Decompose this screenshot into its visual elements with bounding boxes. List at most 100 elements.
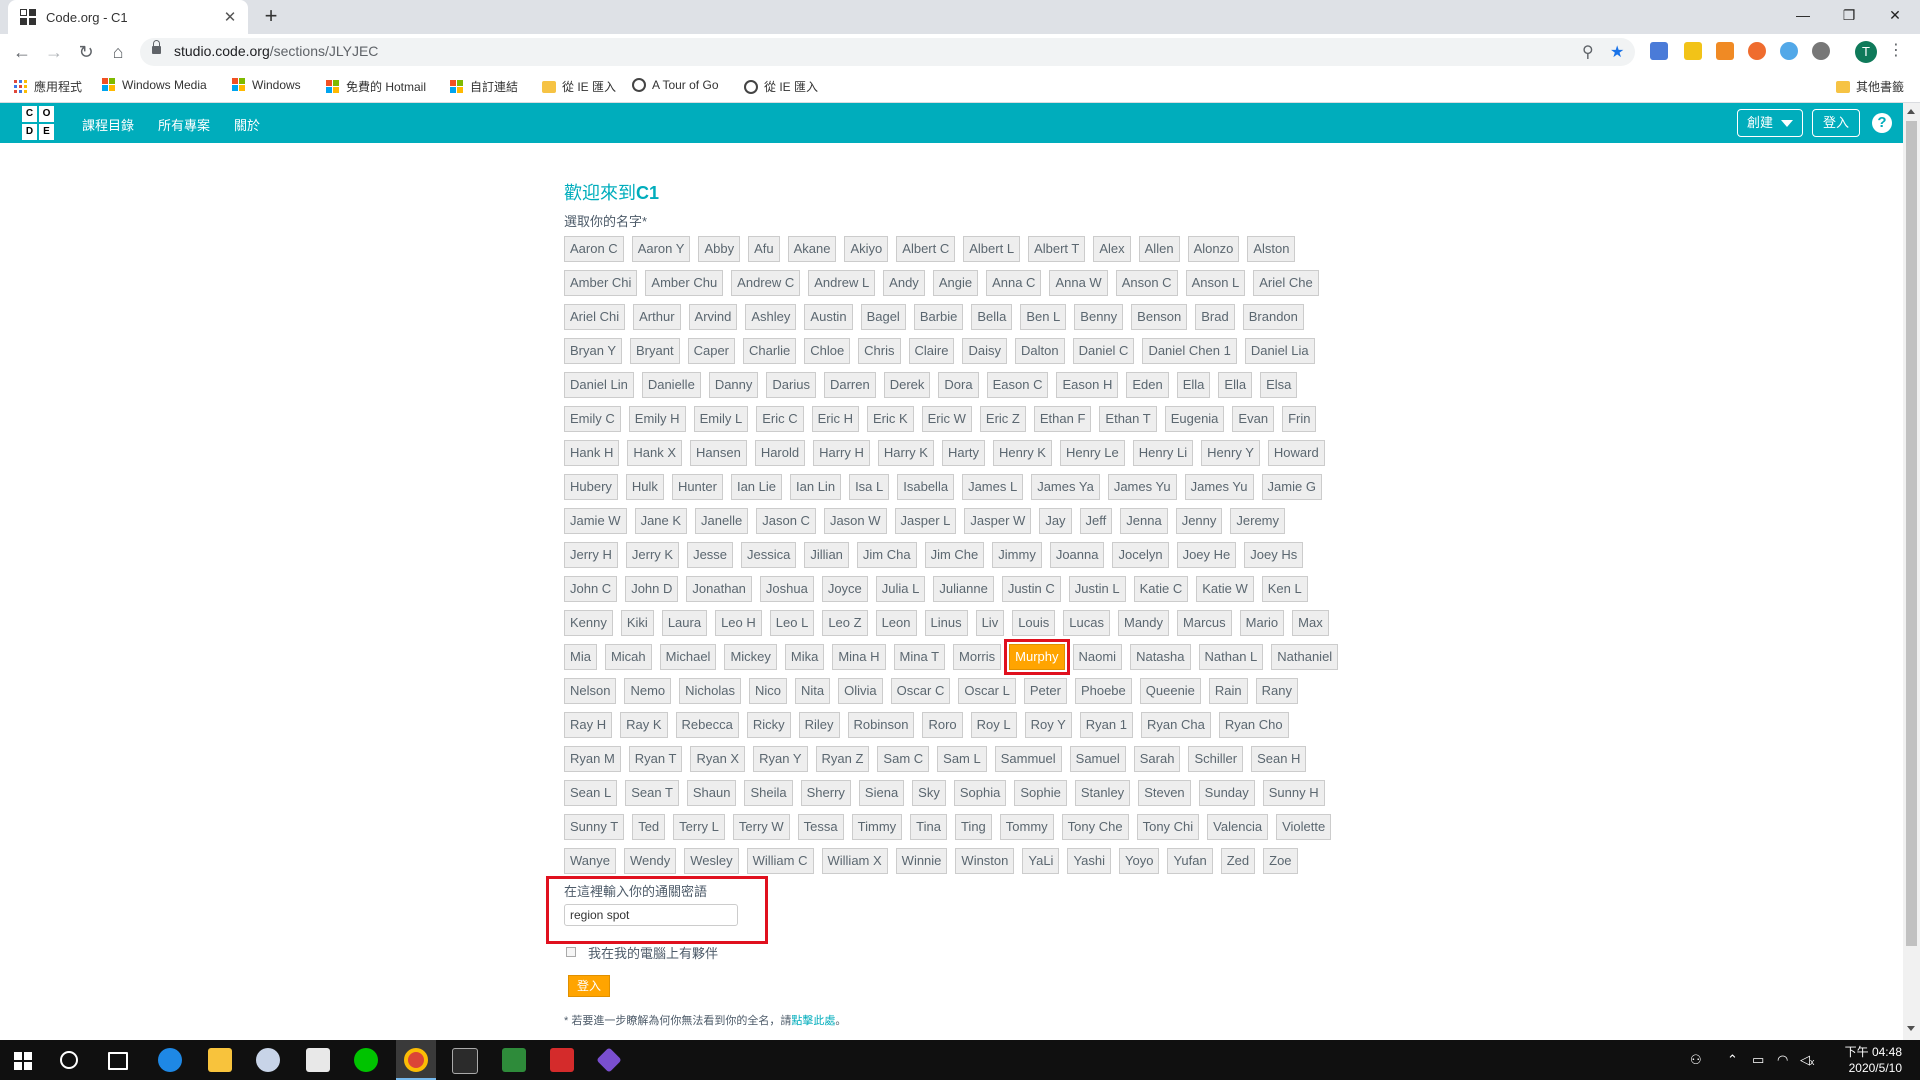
create-dropdown-button[interactable]: 創建: [1737, 109, 1803, 137]
name-button[interactable]: Leo L: [769, 610, 815, 636]
name-button[interactable]: Ariel Chi: [564, 304, 626, 330]
bookmark-hotmail[interactable]: 免費的 Hotmail: [326, 78, 426, 95]
name-button[interactable]: Olivia: [838, 678, 883, 704]
name-button[interactable]: Yashi: [1067, 848, 1112, 874]
page-scrollbar[interactable]: [1903, 103, 1920, 1040]
name-button[interactable]: Rany: [1255, 678, 1299, 704]
name-button[interactable]: Sam C: [877, 746, 930, 772]
nav-course-catalog[interactable]: 課程目錄: [82, 115, 134, 134]
name-button[interactable]: Steven: [1138, 780, 1191, 806]
name-button[interactable]: Dora: [938, 372, 979, 398]
name-button[interactable]: Emily H: [628, 406, 686, 432]
home-icon[interactable]: ⌂: [106, 40, 130, 64]
name-button[interactable]: Jasper L: [894, 508, 957, 534]
name-button[interactable]: Akane: [787, 236, 837, 262]
name-button[interactable]: Queenie: [1139, 678, 1201, 704]
name-button[interactable]: Anna W: [1049, 270, 1108, 296]
name-button[interactable]: Stanley: [1074, 780, 1131, 806]
bookmark-windows-media[interactable]: Windows Media: [102, 78, 207, 92]
bookmark-ie-import[interactable]: 從 IE 匯入: [542, 78, 616, 95]
name-button[interactable]: Ryan Y: [753, 746, 808, 772]
terminal-icon[interactable]: [452, 1048, 478, 1074]
name-button[interactable]: Phoebe: [1074, 678, 1132, 704]
name-button[interactable]: Mario: [1239, 610, 1285, 636]
name-button[interactable]: Joanna: [1049, 542, 1105, 568]
name-button[interactable]: Sophie: [1014, 780, 1067, 806]
name-button[interactable]: Winston: [955, 848, 1015, 874]
name-button[interactable]: Harry H: [813, 440, 870, 466]
name-button-selected[interactable]: Murphy: [1004, 639, 1070, 675]
name-button[interactable]: Caper: [687, 338, 736, 364]
reload-icon[interactable]: ↻: [74, 40, 98, 64]
name-button[interactable]: Ryan Cha: [1141, 712, 1211, 738]
name-button[interactable]: Jillian: [804, 542, 849, 568]
scroll-up-arrow-icon[interactable]: [1907, 109, 1915, 114]
name-button[interactable]: Bryan Y: [564, 338, 623, 364]
name-button[interactable]: Alex: [1093, 236, 1131, 262]
name-button[interactable]: Marcus: [1177, 610, 1232, 636]
name-button[interactable]: Sunday: [1198, 780, 1255, 806]
name-button[interactable]: Peter: [1023, 678, 1067, 704]
name-button[interactable]: Emily C: [564, 406, 621, 432]
name-button[interactable]: James L: [962, 474, 1024, 500]
volume-muted-icon[interactable]: ◁ₓ: [1800, 1052, 1814, 1068]
name-button[interactable]: Jasper W: [964, 508, 1032, 534]
name-button[interactable]: Jerry K: [625, 542, 680, 568]
name-button[interactable]: Yufan: [1167, 848, 1213, 874]
name-button[interactable]: John D: [625, 576, 679, 602]
name-button[interactable]: Joey He: [1176, 542, 1237, 568]
name-button[interactable]: Terry L: [673, 814, 725, 840]
name-button[interactable]: Sean H: [1251, 746, 1307, 772]
name-button[interactable]: Riley: [798, 712, 840, 738]
name-button[interactable]: Barbie: [913, 304, 964, 330]
bookmark-tour-of-go[interactable]: A Tour of Go: [632, 78, 719, 92]
name-button[interactable]: Harry K: [877, 440, 934, 466]
partner-checkbox-label[interactable]: 我在我的電腦上有夥伴: [588, 943, 718, 962]
extension-icon[interactable]: [1812, 42, 1830, 60]
name-button[interactable]: Morris: [953, 644, 1002, 670]
name-button[interactable]: Michael: [659, 644, 717, 670]
name-button[interactable]: Ian Lin: [790, 474, 842, 500]
name-button[interactable]: Arvind: [688, 304, 738, 330]
name-button[interactable]: Emily L: [693, 406, 749, 432]
name-button[interactable]: Micah: [604, 644, 652, 670]
name-button[interactable]: YaLi: [1022, 848, 1060, 874]
name-button[interactable]: Ryan T: [628, 746, 683, 772]
name-button[interactable]: Jane K: [634, 508, 688, 534]
name-button[interactable]: Joey Hs: [1244, 542, 1304, 568]
name-button[interactable]: Tina: [910, 814, 947, 840]
name-button[interactable]: Louis: [1012, 610, 1056, 636]
name-button[interactable]: Joyce: [821, 576, 868, 602]
name-button[interactable]: Harty: [941, 440, 986, 466]
secret-words-input[interactable]: [564, 904, 738, 926]
name-button[interactable]: Anson C: [1115, 270, 1178, 296]
name-button[interactable]: Isa L: [849, 474, 890, 500]
name-button[interactable]: Albert C: [896, 236, 956, 262]
name-button[interactable]: Sean L: [564, 780, 618, 806]
name-button[interactable]: Sammuel: [994, 746, 1062, 772]
name-button[interactable]: Brad: [1195, 304, 1235, 330]
name-button[interactable]: Leo Z: [822, 610, 868, 636]
name-button[interactable]: Arthur: [633, 304, 681, 330]
name-button[interactable]: Henry Y: [1201, 440, 1260, 466]
name-button[interactable]: Ryan 1: [1079, 712, 1133, 738]
name-button[interactable]: Kiki: [620, 610, 654, 636]
extension-icon[interactable]: [1684, 42, 1702, 60]
name-button[interactable]: Lucas: [1063, 610, 1110, 636]
nav-about[interactable]: 關於: [234, 115, 260, 134]
name-button[interactable]: Chris: [858, 338, 901, 364]
name-button[interactable]: Ella: [1218, 372, 1253, 398]
name-button[interactable]: Benson: [1131, 304, 1188, 330]
name-button[interactable]: Daniel Lia: [1244, 338, 1315, 364]
name-button[interactable]: Samuel: [1069, 746, 1126, 772]
name-button[interactable]: Jenna: [1120, 508, 1168, 534]
name-button[interactable]: Sky: [912, 780, 946, 806]
profile-avatar[interactable]: T: [1855, 41, 1877, 63]
zoom-search-icon[interactable]: ⚲: [1582, 42, 1594, 62]
name-button[interactable]: Ben L: [1020, 304, 1067, 330]
file-explorer-icon[interactable]: [208, 1048, 232, 1072]
people-icon[interactable]: ⚇: [1690, 1052, 1702, 1068]
name-button[interactable]: Daisy: [962, 338, 1007, 364]
name-button[interactable]: Henry Le: [1059, 440, 1125, 466]
minimize-button[interactable]: —: [1780, 0, 1826, 30]
